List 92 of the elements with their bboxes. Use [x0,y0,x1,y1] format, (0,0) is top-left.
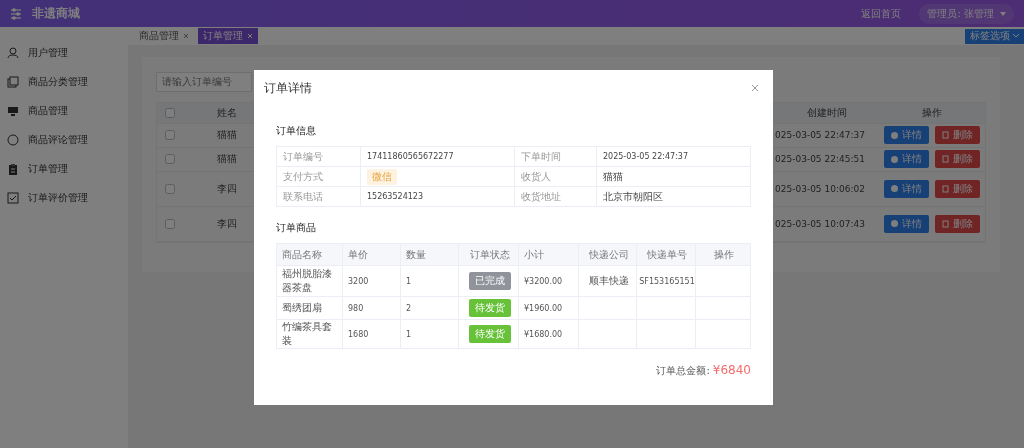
info-icon [891,155,898,163]
field-value: 2025-03-05 22:47:37 [597,147,751,167]
column-header: 单价 [343,244,401,266]
column-header: 操作 [879,102,985,124]
details-button[interactable]: 详情 [884,126,929,144]
total-amount: ¥6840 [712,363,751,377]
tab-options-button[interactable]: 标签选项 [965,28,1024,44]
table-cell: 1 [401,320,459,349]
table-cell: 2 [401,297,459,320]
details-button[interactable]: 详情 [884,179,929,198]
delete-button[interactable]: 删除 [935,150,980,168]
table-cell: SF153165151 [637,266,696,297]
checkbox[interactable] [164,218,175,229]
column-header: 快递单号 [637,244,696,266]
sidebar-item[interactable]: 商品分类管理 [0,67,128,96]
app-title: 非遗商城 [32,5,80,22]
field-label: 联系电话 [277,187,361,207]
field-label: 下单时间 [515,147,597,167]
status-badge: 待发货 [468,299,511,317]
table-cell: 1680 [343,320,401,349]
status-badge: 待发货 [468,325,511,343]
section-heading: 订单信息 [276,124,317,138]
info-icon [891,185,898,192]
table-cell: 福州脱胎漆器茶盘 [277,266,343,297]
column-header: 操作 [696,244,751,266]
sidebar-item[interactable]: 商品管理 [0,96,128,125]
column-header: 订单状态 [459,244,519,266]
close-icon [247,33,253,39]
table-cell: 025-03-05 22:45:51 [775,147,879,172]
total-label: 订单总金额: [656,364,710,378]
column-header: 商品名称 [277,244,343,266]
field-label: 支付方式 [277,167,361,187]
field-label: 订单编号 [277,147,361,167]
table-cell: 蜀绣团扇 [277,297,343,320]
field-label: 收货地址 [515,187,597,207]
field-value: 北京市朝阳区 [597,187,751,207]
table-cell: 980 [343,297,401,320]
info-icon [891,220,898,227]
table-cell: 025-03-05 10:07:43 [775,206,879,242]
details-button[interactable]: 详情 [884,214,929,233]
menu-icon [10,7,22,20]
table-cell: 竹编茶具套装 [277,320,343,349]
table-cell: 3200 [343,266,401,297]
chat-icon [7,133,19,146]
close-icon [183,33,189,39]
status-badge: 已完成 [468,272,511,290]
tab[interactable]: 商品管理 [134,28,194,44]
column-header: 创建时间 [775,102,879,124]
home-link[interactable]: 返回首页 [861,6,902,21]
checkbox[interactable] [164,130,175,140]
cards-icon [7,75,19,88]
table-cell: 025-03-05 22:47:37 [775,123,879,148]
table-cell: 顺丰快递 [579,266,637,297]
delete-button[interactable]: 删除 [935,179,980,198]
table-cell: ¥3200.00 [519,266,579,297]
checkbox[interactable] [164,154,175,164]
tab[interactable]: 订单管理 [198,28,258,44]
column-header: 快递公司 [579,244,637,266]
close-icon[interactable] [751,84,759,92]
field-value: 猫猫 [597,167,751,187]
table-cell: 025-03-05 10:06:02 [775,171,879,207]
sidebar-item[interactable]: 用户管理 [0,38,128,67]
caret-icon [1000,11,1006,16]
info-icon [891,131,898,139]
column-header: 数量 [401,244,459,266]
field-value: 15263524123 [361,187,515,207]
sidebar-item[interactable]: 商品评论管理 [0,125,128,154]
column-header: 小计 [519,244,579,266]
checkbox[interactable] [164,183,175,194]
delete-button[interactable]: 删除 [935,214,980,233]
trash-icon [942,131,949,139]
clipboard-icon [7,162,19,175]
trash-icon [942,184,949,193]
section-heading: 订单商品 [276,221,317,235]
chevron-down-icon [1013,34,1019,38]
sidebar-item[interactable]: 订单管理 [0,154,128,183]
monitor-icon [7,104,19,117]
checkbox[interactable] [164,107,175,118]
field-value: 17411860565672277 [361,147,515,167]
sidebar-item[interactable]: 订单评价管理 [0,183,128,212]
trash-icon [942,219,949,228]
trash-icon [942,155,949,163]
delete-button[interactable]: 删除 [935,126,980,144]
table-cell: ¥1960.00 [519,297,579,320]
field-label: 收货人 [515,167,597,187]
table-cell: ¥1680.00 [519,320,579,349]
details-button[interactable]: 详情 [884,150,929,168]
checkbox-icon [7,191,19,204]
payment-tag: 微信 [367,168,397,185]
table-cell: 1 [401,266,459,297]
person-icon [7,46,19,59]
dialog-title: 订单详情 [264,79,312,97]
